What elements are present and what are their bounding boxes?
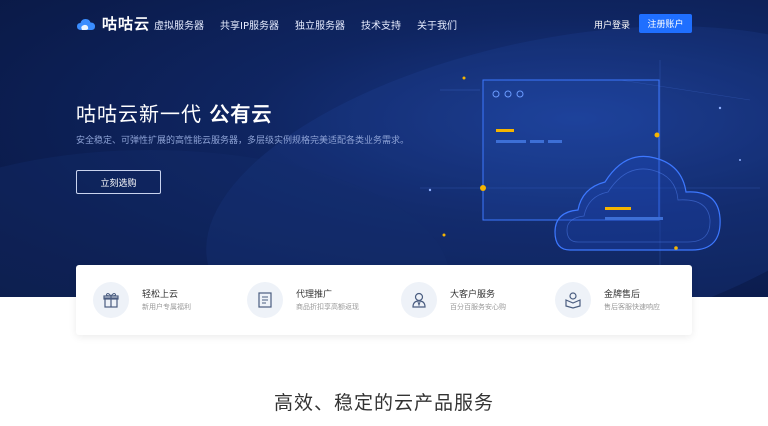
feature-card: 轻松上云 新用户专属福利 代理推广 商品折扣享高额返现 大客户服务 百分百服务安… xyxy=(76,265,692,335)
document-icon xyxy=(247,282,283,318)
nav-links: 虚拟服务器 共享IP服务器 独立服务器 技术支持 关于我们 xyxy=(154,17,473,32)
cloud-server-illustration xyxy=(420,60,760,297)
nav-item-about-us[interactable]: 关于我们 xyxy=(417,17,457,32)
feature-item-agent-promotion[interactable]: 代理推广 商品折扣享高额返现 xyxy=(230,265,384,335)
nav-item-dedicated-server[interactable]: 独立服务器 xyxy=(295,17,345,32)
nav-item-tech-support[interactable]: 技术支持 xyxy=(361,17,401,32)
logo[interactable]: 咕咕云 xyxy=(76,13,150,34)
feature-desc: 新用户专属福利 xyxy=(142,303,191,311)
feature-item-after-sales[interactable]: 金牌售后 售后客服快速响应 xyxy=(538,265,692,335)
feature-desc: 百分百服务安心购 xyxy=(450,303,506,311)
hero-title-highlight: 公有云 xyxy=(209,102,273,126)
register-button[interactable]: 注册账户 xyxy=(639,14,692,33)
nav-item-shared-ip-server[interactable]: 共享IP服务器 xyxy=(220,17,279,32)
top-navigation: 咕咕云 虚拟服务器 共享IP服务器 独立服务器 技术支持 关于我们 用户登录 注… xyxy=(0,0,768,48)
after-sales-icon xyxy=(555,282,591,318)
login-link[interactable]: 用户登录 xyxy=(594,18,630,31)
hero-banner: 咕咕云 虚拟服务器 共享IP服务器 独立服务器 技术支持 关于我们 用户登录 注… xyxy=(0,0,768,297)
hero-title: 咕咕云新一代 公有云 xyxy=(76,98,272,127)
section-title: 高效、稳定的云产品服务 xyxy=(273,392,494,414)
hero-title-prefix: 咕咕云新一代 xyxy=(76,102,210,126)
feature-item-key-account[interactable]: 大客户服务 百分百服务安心购 xyxy=(384,265,538,335)
feature-title: 金牌售后 xyxy=(604,290,641,300)
user-service-icon xyxy=(401,282,437,318)
feature-title: 大客户服务 xyxy=(450,290,496,300)
buy-now-button[interactable]: 立刻选购 xyxy=(76,170,161,194)
gift-icon xyxy=(93,282,129,318)
nav-item-virtual-server[interactable]: 虚拟服务器 xyxy=(154,17,204,32)
feature-title: 代理推广 xyxy=(296,290,333,300)
feature-desc: 商品折扣享高额返现 xyxy=(296,303,359,311)
logo-text: 咕咕云 xyxy=(102,15,151,33)
feature-desc: 售后客服快速响应 xyxy=(604,303,660,311)
cloud-logo-icon xyxy=(77,18,95,30)
feature-title: 轻松上云 xyxy=(142,290,179,300)
feature-item-easy-cloud[interactable]: 轻松上云 新用户专属福利 xyxy=(76,265,230,335)
hero-subtitle: 安全稳定、可弹性扩展的高性能云服务器，多层级实例规格完美适配各类业务需求。 xyxy=(76,136,410,146)
